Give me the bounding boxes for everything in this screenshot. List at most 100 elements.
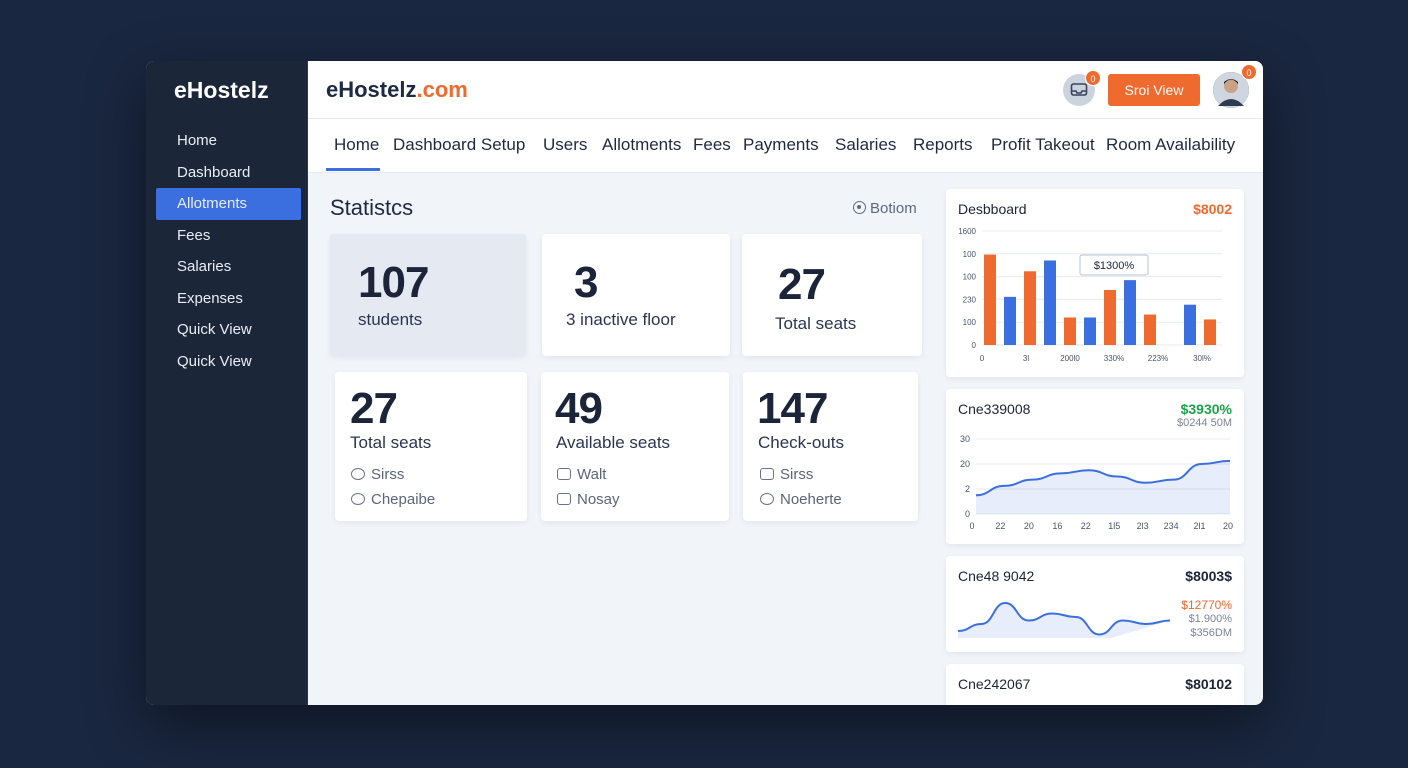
x-tick-label: 30l% [1193, 354, 1211, 363]
stat-card-inactive-floor[interactable]: 3 3 inactive floor [542, 234, 730, 356]
bar [1044, 260, 1056, 345]
sidebar-nav: Home Dashboard Allotments Fees Salaries … [146, 125, 308, 377]
stat-value: 27 [778, 260, 826, 309]
quick-view-button[interactable]: Sroi View [1108, 74, 1200, 106]
panel-value: $80102 [1185, 676, 1232, 692]
x-tick-label: 22 [1081, 521, 1091, 531]
tab-users[interactable]: Users [543, 119, 587, 171]
stat-card-check-outs[interactable]: 147 Check-outs Sirss Noeherte [743, 372, 918, 521]
chat-icon [351, 468, 365, 480]
bar [1124, 280, 1136, 345]
sidebar-item-dashboard[interactable]: Dashboard [146, 157, 308, 189]
stat-card-total-seats[interactable]: 27 Total seats [742, 234, 922, 356]
tab-dashboard-setup[interactable]: Dashboard Setup [393, 119, 525, 171]
panel-summary[interactable]: Cne242067 $80102 [946, 664, 1244, 705]
sidebar-item-fees[interactable]: Fees [146, 220, 308, 252]
sidebar-item-home[interactable]: Home [146, 125, 308, 157]
panel-dashboard-chart[interactable]: Desbboard $8002 0 100 230 100 100 1600 0 3l 200l… [946, 189, 1244, 377]
tag-icon [760, 493, 774, 505]
notifications-button[interactable]: 0 [1063, 70, 1101, 106]
x-tick-label: 20 [1223, 521, 1233, 531]
y-tick-label: 100 [963, 250, 977, 259]
y-tick-label: 2 [965, 484, 970, 494]
tab-reports[interactable]: Reports [913, 119, 973, 171]
tab-payments[interactable]: Payments [743, 119, 819, 171]
x-tick-label: 22 [995, 521, 1005, 531]
brand-suffix: .com [416, 77, 468, 102]
x-tick-label: 234 [1164, 521, 1179, 531]
top-bar: eHostelz.com 0 Sroi View 0 [308, 61, 1263, 119]
tab-fees[interactable]: Fees [693, 119, 731, 171]
x-tick-label: 16 [1052, 521, 1062, 531]
list-icon [557, 468, 571, 480]
x-tick-label: 3l [1023, 354, 1029, 363]
bar-chart: 0 100 230 100 100 1600 0 3l 200l0 330% 223% 30l% $13… [958, 227, 1222, 363]
panel-line-chart[interactable]: Cne339008 $3930% $0244 50M 0 2 20 30 0 22 20 16… [946, 389, 1244, 544]
x-tick-label: 200l0 [1060, 354, 1080, 363]
panel-title: Cne242067 [958, 676, 1031, 692]
bar [1084, 317, 1096, 345]
stat-label: Total seats [775, 314, 857, 333]
y-tick-label: 100 [963, 273, 977, 282]
stat-sub-2: Chepaibe [371, 491, 436, 508]
sidebar-logo: eHostelz [174, 77, 269, 103]
stat-value: 49 [555, 384, 603, 433]
square-icon [557, 493, 571, 505]
bar [1064, 317, 1076, 345]
x-tick-label: 0 [980, 354, 985, 363]
stat-value: 27 [350, 384, 398, 433]
tab-home[interactable]: Home [326, 119, 380, 171]
bar [1004, 296, 1016, 345]
sidebar: eHostelz Home Dashboard Allotments Fees … [146, 61, 308, 705]
stat-label: Available seats [556, 433, 671, 452]
stat-label: Total seats [350, 433, 432, 452]
stat-label: students [358, 310, 423, 329]
y-tick-label: 230 [963, 295, 977, 304]
bottom-link[interactable]: Botiom [853, 200, 917, 217]
stat-label: Check-outs [758, 433, 844, 452]
tab-bar: Home Dashboard Setup Users Allotments Fe… [308, 119, 1263, 173]
x-tick-label: 2l3 [1137, 521, 1149, 531]
bar [1204, 319, 1216, 345]
sidebar-item-salaries[interactable]: Salaries [146, 251, 308, 283]
bar [1144, 314, 1156, 345]
brand-title[interactable]: eHostelz.com [326, 77, 468, 103]
x-tick-label: 1l5 [1108, 521, 1120, 531]
tab-salaries[interactable]: Salaries [835, 119, 896, 171]
y-tick-label: 0 [972, 341, 977, 350]
stat-label: 3 inactive floor [566, 310, 676, 329]
inbox-icon [1070, 83, 1088, 96]
annotation-label: $1300% [1094, 260, 1135, 272]
tab-profit-takeout[interactable]: Profit Takeout [991, 119, 1095, 171]
sidebar-item-quick-view[interactable]: Quick View [146, 314, 308, 346]
sidebar-item-expenses[interactable]: Expenses [146, 283, 308, 315]
bar [1104, 289, 1116, 345]
y-tick-label: 1600 [958, 227, 976, 236]
bar [1184, 304, 1196, 345]
stat-sub-2: Noeherte [780, 491, 842, 508]
avatar[interactable]: 0 [1213, 64, 1257, 108]
line-chart: 0 2 20 30 0 22 20 16 22 1l5 2l3 234 2l1 20 [960, 434, 1233, 531]
x-tick-label: 223% [1148, 354, 1168, 363]
stat-value: 147 [757, 384, 828, 433]
x-tick-label: 330% [1104, 354, 1124, 363]
y-tick-label: 20 [960, 459, 970, 469]
tab-allotments[interactable]: Allotments [602, 119, 681, 171]
x-tick-label: 2l1 [1194, 521, 1206, 531]
sidebar-item-allotments[interactable]: Allotments [156, 188, 301, 220]
stat-card-total-seats-2[interactable]: 27 Total seats Sirss Chepaibe [335, 372, 527, 521]
panel-sparkline[interactable]: Cne48 9042 $8003$ $12770% $1.900% $356DM [946, 556, 1244, 652]
stat-card-students[interactable]: 107 students [330, 234, 526, 356]
notification-badge: 0 [1085, 70, 1101, 86]
brand-name: eHostelz [326, 77, 417, 102]
stat-value: 3 [574, 258, 599, 307]
sidebar-item-quick-view-2[interactable]: Quick View [146, 346, 308, 378]
bottom-link-label: Botiom [870, 200, 917, 217]
stat-sub-1: Walt [577, 466, 607, 483]
main-area: eHostelz.com 0 Sroi View 0 Home Dashboar… [308, 61, 1263, 705]
x-tick-label: 0 [969, 521, 974, 531]
tab-room-availability[interactable]: Room Availability [1106, 119, 1235, 171]
y-tick-label: 0 [965, 509, 970, 519]
stat-card-available-seats[interactable]: 49 Available seats Walt Nosay [541, 372, 729, 521]
sparkline-chart [957, 601, 1171, 638]
